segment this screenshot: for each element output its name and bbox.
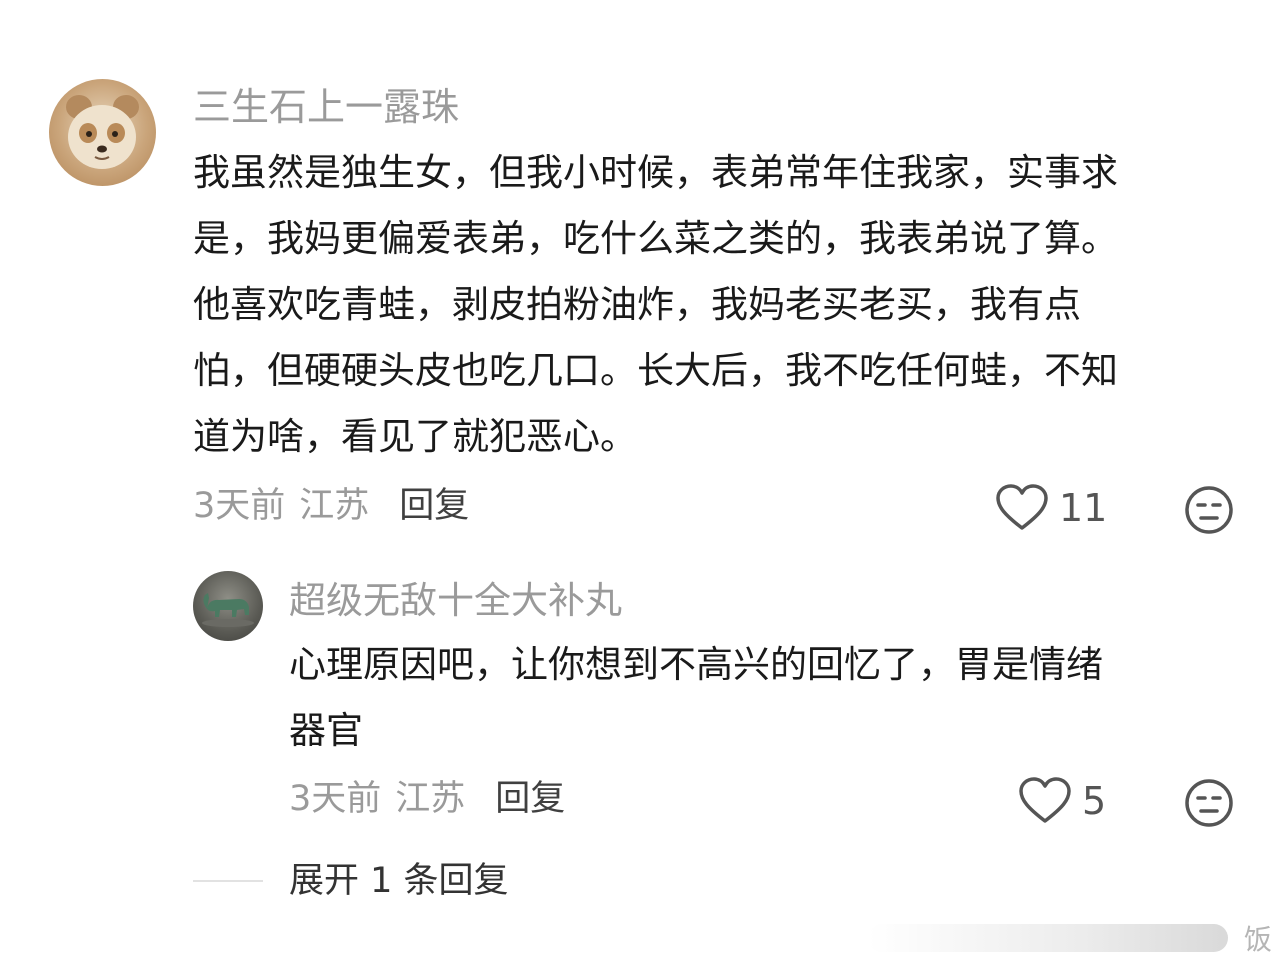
- watermark-text: 饭: [1243, 923, 1272, 956]
- comment-location: 江苏: [299, 486, 370, 526]
- replier-username[interactable]: 超级无敌十全大补丸: [289, 582, 622, 619]
- reply-time: 3天前: [289, 779, 382, 819]
- like-count: 11: [1059, 486, 1108, 530]
- comment-meta: 3天前 江苏 回复: [193, 489, 469, 524]
- neutral-face-icon: [1185, 486, 1233, 534]
- reply-line: 心理原因吧，让你想到不高兴的回忆了，胃是情绪: [289, 643, 1103, 686]
- replier-avatar[interactable]: [193, 571, 263, 641]
- like-button[interactable]: 11: [995, 483, 1107, 533]
- comment-line: 道为啥，看见了就犯恶心。: [193, 415, 637, 458]
- comment-line: 我虽然是独生女，但我小时候，表弟常年住我家，实事求: [193, 151, 1118, 194]
- dislike-button[interactable]: [1184, 485, 1234, 539]
- heart-icon: [996, 484, 1048, 530]
- watermark: 饭: [868, 916, 1284, 960]
- comment-line: 他喜欢吃青蛙，剥皮拍粉油炸，我妈老买老买，我有点: [193, 283, 1081, 326]
- reply-dislike-button[interactable]: [1184, 778, 1234, 832]
- bronze-animal-avatar-icon: [202, 593, 254, 627]
- commenter-avatar[interactable]: [49, 79, 156, 186]
- comment-time: 3天前: [193, 486, 286, 526]
- reply-location: 江苏: [395, 779, 466, 819]
- reply-like-button[interactable]: 5: [1018, 776, 1106, 826]
- neutral-face-icon: [1185, 779, 1233, 827]
- comment-line: 是，我妈更偏爱表弟，吃什么菜之类的，我表弟说了算。: [193, 217, 1118, 260]
- expand-divider: [193, 880, 263, 882]
- reply-like-count: 5: [1082, 779, 1107, 823]
- reply-to-reply-button[interactable]: 回复: [495, 779, 565, 819]
- reply-meta: 3天前 江苏 回复: [289, 782, 565, 817]
- heart-icon: [1019, 777, 1071, 823]
- expand-replies-button[interactable]: 展开 1 条回复: [289, 864, 509, 899]
- comment-line: 怕，但硬硬头皮也吃几口。长大后，我不吃任何蛙，不知: [193, 349, 1118, 392]
- reply-line: 器官: [289, 709, 363, 752]
- commenter-username[interactable]: 三生石上一露珠: [193, 88, 459, 126]
- reply-button[interactable]: 回复: [399, 486, 469, 526]
- panda-avatar-icon: [66, 95, 139, 169]
- watermark-fade: [868, 924, 1228, 952]
